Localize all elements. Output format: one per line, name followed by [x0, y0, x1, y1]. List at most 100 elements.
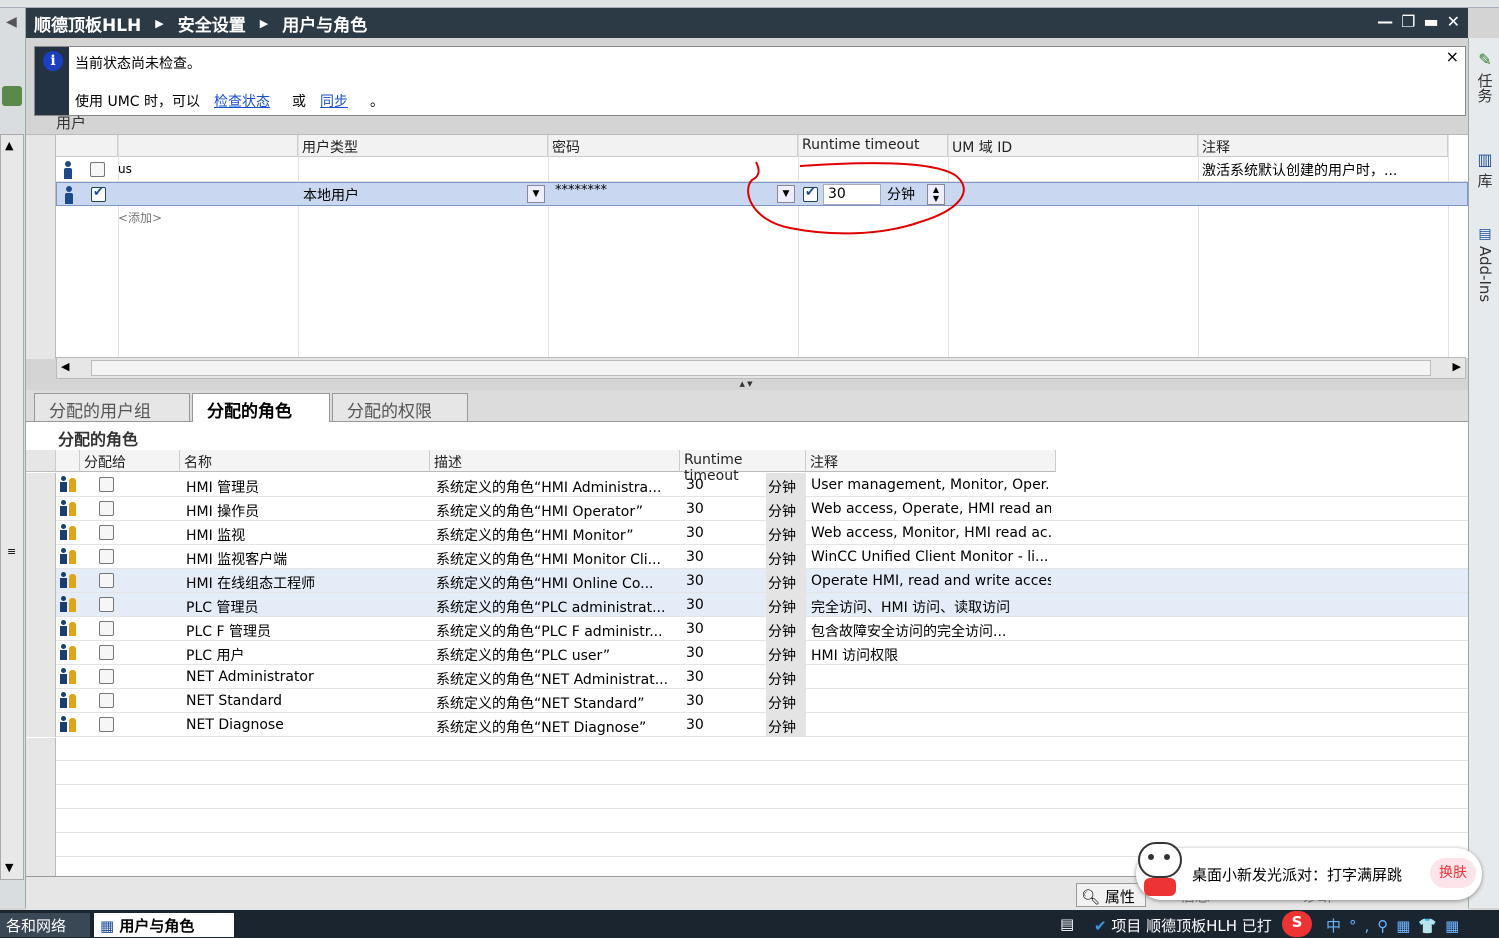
- role-timeout[interactable]: 30: [686, 573, 704, 589]
- tab-assigned-roles[interactable]: 分配的角色: [192, 393, 330, 423]
- breadcrumb-security[interactable]: 安全设置: [178, 11, 246, 36]
- breadcrumb-users-roles[interactable]: 用户与角色: [282, 11, 367, 36]
- role-comment[interactable]: 包含故障安全访问的完全访问...: [811, 621, 1051, 641]
- assign-role-checkbox[interactable]: [99, 621, 114, 636]
- tab-assigned-groups[interactable]: 分配的用户组: [34, 393, 190, 422]
- role-description[interactable]: 系统定义的角色“PLC administrat...: [436, 597, 676, 617]
- role-description[interactable]: 系统定义的角色“HMI Operator”: [436, 501, 676, 521]
- sync-link[interactable]: 同步: [320, 91, 348, 111]
- password-dropdown-icon[interactable]: ▼: [777, 185, 795, 203]
- user-comment[interactable]: 激活系统默认创建的用户时，...: [1202, 160, 1442, 180]
- add-user-row[interactable]: <添加>: [118, 209, 162, 226]
- role-row[interactable]: HMI 监视 系统定义的角色“HMI Monitor” 30 分钟 Web access…: [26, 521, 1468, 545]
- role-description[interactable]: 系统定义的角色“NET Administrat...: [436, 669, 676, 689]
- role-comment[interactable]: Web access, Monitor, HMI read ac...: [811, 525, 1051, 541]
- role-comment[interactable]: User management, Monitor, Oper...: [811, 477, 1051, 493]
- assign-role-checkbox[interactable]: [99, 717, 114, 732]
- role-row[interactable]: NET Diagnose 系统定义的角色“NET Diagnose” 30 分钟: [26, 713, 1468, 737]
- header-role-name[interactable]: 名称: [180, 450, 430, 472]
- role-timeout-unit[interactable]: 分钟: [768, 525, 796, 545]
- header-description[interactable]: 描述: [430, 450, 680, 472]
- check-status-link[interactable]: 检查状态: [214, 91, 270, 111]
- role-comment[interactable]: HMI 访问权限: [811, 645, 1051, 665]
- role-name[interactable]: HMI 监视: [186, 525, 426, 545]
- role-row[interactable]: PLC 管理员 系统定义的角色“PLC administrat... 30 分钟 完全访…: [26, 593, 1468, 617]
- scroll-right-icon[interactable]: ▶: [1453, 360, 1461, 373]
- restore-icon[interactable]: ❐: [1401, 12, 1415, 31]
- assign-role-checkbox[interactable]: [99, 525, 114, 540]
- role-description[interactable]: 系统定义的角色“HMI Monitor Cli...: [436, 549, 676, 569]
- change-skin-button[interactable]: 换肤: [1430, 858, 1476, 888]
- tab-tasks[interactable]: ✎ 任务: [1473, 50, 1497, 150]
- ime-toolbar-icons[interactable]: 中°,⚲▦👕▦: [1320, 913, 1490, 937]
- role-comment[interactable]: Web access, Operate, HMI read an...: [811, 501, 1051, 517]
- role-row[interactable]: NET Administrator 系统定义的角色“NET Administrat…: [26, 665, 1468, 689]
- user-name[interactable]: us: [118, 162, 132, 176]
- role-row[interactable]: HMI 操作员 系统定义的角色“HMI Operator” 30 分钟 Web acce…: [26, 497, 1468, 521]
- role-description[interactable]: 系统定义的角色“PLC user”: [436, 645, 676, 665]
- role-timeout-unit[interactable]: 分钟: [768, 597, 796, 617]
- header-user-type[interactable]: 用户类型: [298, 135, 548, 157]
- ime-popup[interactable]: 桌面小新发光派对：打字满屏跳 换肤: [1136, 848, 1482, 900]
- role-timeout[interactable]: 30: [686, 501, 704, 517]
- horizontal-scrollbar[interactable]: ◀ ▶: [56, 357, 1466, 379]
- role-timeout-unit[interactable]: 分钟: [768, 645, 796, 665]
- header-assign-to[interactable]: 分配给: [80, 450, 180, 472]
- scroll-thumb[interactable]: [91, 360, 1431, 376]
- taskbar-devices-networks[interactable]: 各和网络: [0, 913, 90, 937]
- role-timeout[interactable]: 30: [686, 597, 704, 613]
- timeout-enabled-checkbox[interactable]: [803, 185, 818, 202]
- role-timeout[interactable]: 30: [686, 477, 704, 493]
- header-runtime-timeout[interactable]: Runtime timeout: [798, 135, 948, 157]
- role-timeout-unit[interactable]: 分钟: [768, 717, 796, 737]
- network-view-icon[interactable]: [2, 86, 22, 106]
- assign-role-checkbox[interactable]: [99, 501, 114, 516]
- role-timeout[interactable]: 30: [686, 645, 704, 661]
- splitter-handle[interactable]: ▲ ▼: [710, 380, 782, 388]
- role-timeout-unit[interactable]: 分钟: [768, 501, 796, 521]
- taskbar-users-roles[interactable]: ▦ 用户与角色: [94, 913, 234, 937]
- role-description[interactable]: 系统定义的角色“HMI Online Co...: [436, 573, 676, 593]
- role-comment[interactable]: WinCC Unified Client Monitor - li...: [811, 549, 1051, 565]
- timeout-input[interactable]: 30: [823, 184, 881, 205]
- role-timeout-unit[interactable]: 分钟: [768, 477, 796, 497]
- assign-role-checkbox[interactable]: [99, 693, 114, 708]
- role-timeout[interactable]: 30: [686, 621, 704, 637]
- close-info-icon[interactable]: ×: [1446, 47, 1459, 66]
- password-value[interactable]: ********: [555, 183, 607, 198]
- role-name[interactable]: NET Standard: [186, 693, 426, 709]
- scroll-left-icon[interactable]: ◀: [61, 360, 69, 373]
- role-description[interactable]: 系统定义的角色“HMI Administra...: [436, 477, 676, 497]
- role-name[interactable]: HMI 操作员: [186, 501, 426, 521]
- role-name[interactable]: HMI 监视客户端: [186, 549, 426, 569]
- user-type-dropdown-icon[interactable]: ▼: [527, 185, 545, 203]
- role-timeout[interactable]: 30: [686, 693, 704, 709]
- scroll-up-icon[interactable]: ▲: [5, 139, 13, 152]
- header-name[interactable]: [118, 135, 298, 157]
- vertical-scrollbar[interactable]: ▲ ≡ ▼: [0, 134, 24, 880]
- role-name[interactable]: NET Administrator: [186, 669, 426, 685]
- scroll-grip-icon[interactable]: ≡: [7, 545, 16, 558]
- header-runtime-timeout[interactable]: Runtime timeout: [680, 450, 806, 484]
- assign-role-checkbox[interactable]: [99, 597, 114, 612]
- role-description[interactable]: 系统定义的角色“NET Diagnose”: [436, 717, 676, 737]
- minimize-icon[interactable]: —: [1377, 12, 1393, 31]
- close-icon[interactable]: ✕: [1447, 12, 1460, 31]
- role-row[interactable]: PLC 用户 系统定义的角色“PLC user” 30 分钟 HMI 访问权限: [26, 641, 1468, 665]
- role-name[interactable]: PLC 管理员: [186, 597, 426, 617]
- role-comment[interactable]: Operate HMI, read and write acces...: [811, 573, 1051, 589]
- role-name[interactable]: NET Diagnose: [186, 717, 426, 733]
- assign-role-checkbox[interactable]: [99, 669, 114, 684]
- tab-addins[interactable]: ▤ Add-Ins: [1473, 226, 1497, 336]
- breadcrumb-project[interactable]: 顺德顶板HLH: [34, 11, 141, 36]
- role-timeout[interactable]: 30: [686, 549, 704, 565]
- role-description[interactable]: 系统定义的角色“NET Standard”: [436, 693, 676, 713]
- role-row[interactable]: HMI 监视客户端 系统定义的角色“HMI Monitor Cli... 30 分钟 W…: [26, 545, 1468, 569]
- user-type-value[interactable]: 本地用户: [303, 185, 359, 205]
- role-row[interactable]: PLC F 管理员 系统定义的角色“PLC F administr... 30 分钟包…: [26, 617, 1468, 641]
- role-timeout-unit[interactable]: 分钟: [768, 669, 796, 689]
- user-row[interactable]: us 激活系统默认创建的用户时，...: [56, 158, 1468, 182]
- role-timeout[interactable]: 30: [686, 717, 704, 733]
- collapse-left-icon[interactable]: ◀: [6, 14, 17, 30]
- assign-role-checkbox[interactable]: [99, 549, 114, 564]
